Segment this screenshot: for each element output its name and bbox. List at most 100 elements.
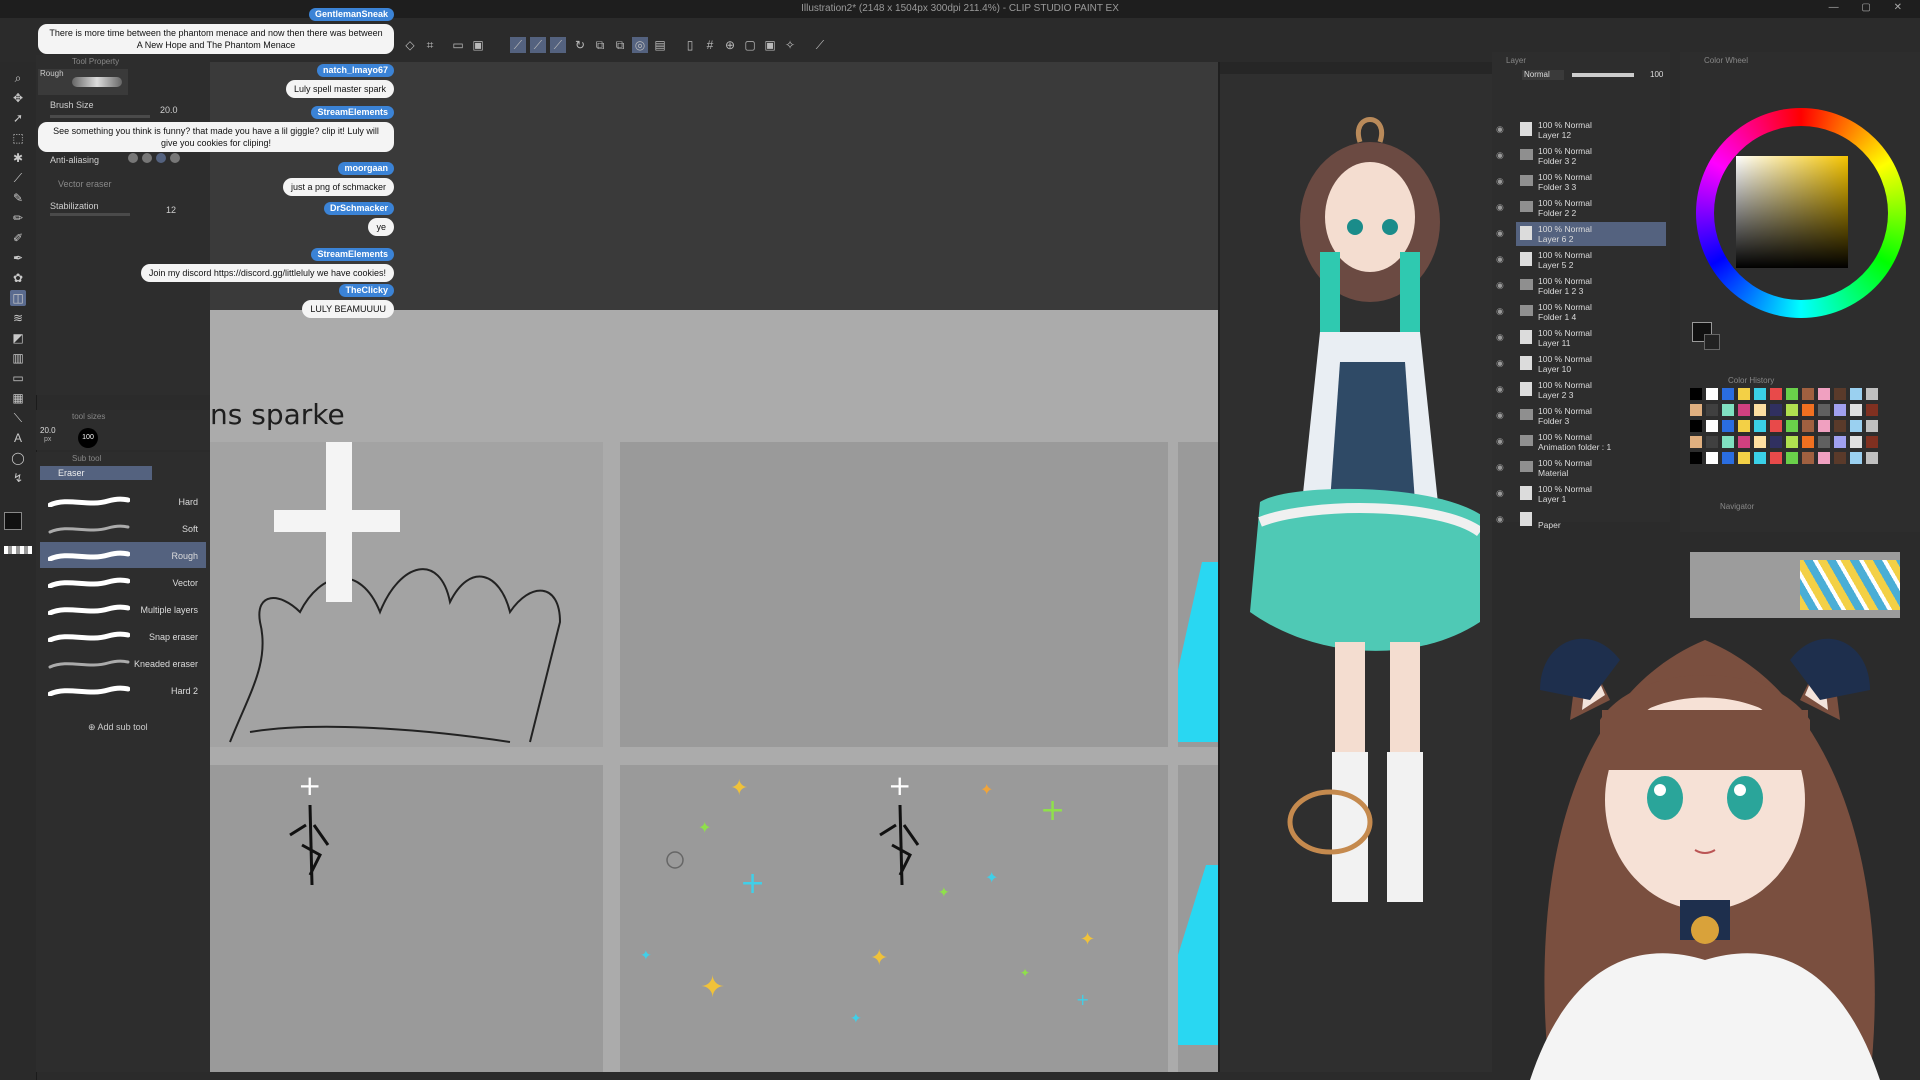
visibility-eye-icon[interactable]: ◉	[1496, 514, 1504, 525]
ruler-tool-icon[interactable]: ⟍	[10, 410, 26, 426]
color-wheel-tab[interactable]: Color Wheel	[1704, 56, 1748, 65]
color-swatch[interactable]	[1802, 388, 1814, 400]
color-swatch[interactable]	[1786, 404, 1798, 416]
color-swatch[interactable]	[1850, 388, 1862, 400]
frame-panel-1[interactable]	[210, 442, 603, 747]
color-swatch[interactable]	[1834, 436, 1846, 448]
color-swatch[interactable]	[1722, 420, 1734, 432]
color-swatch[interactable]	[1738, 388, 1750, 400]
figure-tool-icon[interactable]: ▭	[10, 370, 26, 386]
color-swatch[interactable]	[1770, 452, 1782, 464]
color-swatch[interactable]	[1866, 388, 1878, 400]
snap-ruler-icon[interactable]: ⟋	[510, 37, 526, 53]
transparent-swatch[interactable]	[4, 546, 32, 554]
fill-tool-icon[interactable]: ◩	[10, 330, 26, 346]
text-tool-icon[interactable]: A	[10, 430, 26, 446]
color-swatch[interactable]	[1850, 452, 1862, 464]
layer-row[interactable]: ◉ 100 % Normal Folder 2 2	[1496, 196, 1666, 220]
frame-panel-3[interactable]	[1178, 442, 1218, 747]
visibility-eye-icon[interactable]: ◉	[1496, 202, 1504, 213]
layer-row[interactable]: ◉ 100 % Normal Layer 5 2	[1496, 248, 1666, 272]
gradient-tool-icon[interactable]: ▥	[10, 350, 26, 366]
color-swatch[interactable]	[1866, 452, 1878, 464]
visibility-eye-icon[interactable]: ◉	[1496, 176, 1504, 187]
tool-size-value[interactable]: 20.0	[40, 426, 56, 435]
eraser-group[interactable]: Eraser	[40, 466, 152, 480]
frame-tool-icon[interactable]: ▦	[10, 390, 26, 406]
frame-panel-4[interactable]: +	[210, 765, 603, 1072]
color-swatch[interactable]	[1690, 452, 1702, 464]
color-swatch[interactable]	[1690, 404, 1702, 416]
visibility-eye-icon[interactable]: ◉	[1496, 358, 1504, 369]
sub-tool-item[interactable]: Rough	[40, 542, 206, 568]
eyedropper-icon[interactable]: ⟋	[812, 37, 828, 53]
sub-tool-item[interactable]: Kneaded eraser	[40, 650, 206, 676]
clear-icon[interactable]: ▭	[450, 37, 466, 53]
color-swatch[interactable]	[1738, 436, 1750, 448]
grid-icon[interactable]: #	[702, 37, 718, 53]
color-swatch[interactable]	[1850, 404, 1862, 416]
add-sub-tool-button[interactable]: ⊕ Add sub tool	[88, 722, 148, 733]
layer-row[interactable]: ◉ 100 % Normal Folder 1 4	[1496, 300, 1666, 324]
snap-special-icon[interactable]: ⟋	[530, 37, 546, 53]
sub-color-chip[interactable]	[1704, 334, 1720, 350]
magic-icon[interactable]: ✧	[782, 37, 798, 53]
main-color-swatch[interactable]	[4, 512, 22, 530]
frame-panel-5[interactable]: + ✦ ✦ + ✦ + ✦ ✦ ✦ ✦ ✦ ✦ ✦ + ✦	[620, 765, 1168, 1072]
layer-panel-tab[interactable]: Layer	[1506, 56, 1526, 65]
color-swatch[interactable]	[1770, 404, 1782, 416]
layer-row[interactable]: ◉ 100 % Normal Animation folder : 1	[1496, 430, 1666, 454]
frame-panel-2[interactable]	[620, 442, 1168, 747]
layer-row[interactable]: ◉ 100 % Normal Layer 12	[1496, 118, 1666, 142]
color-swatch[interactable]	[1754, 388, 1766, 400]
color-swatch[interactable]	[1866, 404, 1878, 416]
color-history-tab[interactable]: Color History	[1728, 376, 1774, 385]
balloon-tool-icon[interactable]: ◯	[10, 450, 26, 466]
color-swatch[interactable]	[1786, 388, 1798, 400]
color-swatch[interactable]	[1866, 420, 1878, 432]
visibility-eye-icon[interactable]: ◉	[1496, 436, 1504, 447]
color-swatch[interactable]	[1866, 436, 1878, 448]
color-swatch[interactable]	[1754, 420, 1766, 432]
color-swatch[interactable]	[1818, 388, 1830, 400]
color-swatch[interactable]	[1818, 436, 1830, 448]
color-swatch[interactable]	[1706, 404, 1718, 416]
color-swatch[interactable]	[1786, 420, 1798, 432]
rotate-icon[interactable]: ↻	[572, 37, 588, 53]
color-swatch[interactable]	[1754, 452, 1766, 464]
sub-tool-item[interactable]: Vector	[40, 569, 206, 595]
color-swatch[interactable]	[1818, 452, 1830, 464]
selection-icon[interactable]: ◇	[402, 37, 418, 53]
color-swatch[interactable]	[1834, 404, 1846, 416]
frame-panel-6[interactable]	[1178, 765, 1218, 1072]
color-swatch[interactable]	[1786, 452, 1798, 464]
color-history-swatches[interactable]	[1690, 388, 1890, 488]
color-swatch[interactable]	[1738, 420, 1750, 432]
color-swatch[interactable]	[1786, 436, 1798, 448]
color-swatch[interactable]	[1722, 436, 1734, 448]
layer-row[interactable]: ◉ Paper	[1496, 508, 1666, 532]
navigator-tab[interactable]: Navigator	[1720, 502, 1754, 511]
sub-tool-item[interactable]: Hard	[40, 488, 206, 514]
layer-row[interactable]: ◉ 100 % Normal Folder 3 2	[1496, 144, 1666, 168]
frame-icon[interactable]: ▤	[652, 37, 668, 53]
layer-opacity-slider[interactable]	[1572, 73, 1634, 77]
color-swatch[interactable]	[1754, 436, 1766, 448]
layer-row[interactable]: ◉ 100 % Normal Folder 3 3	[1496, 170, 1666, 194]
snap-grid-icon[interactable]: ⟋	[550, 37, 566, 53]
blend-mode-select[interactable]: Normal	[1522, 70, 1564, 80]
layer-icon-2[interactable]: ⧉	[612, 37, 628, 53]
color-swatch[interactable]	[1722, 388, 1734, 400]
color-swatch[interactable]	[1722, 452, 1734, 464]
layer-row[interactable]: ◉ 100 % Normal Folder 1 2 3	[1496, 274, 1666, 298]
color-swatch[interactable]	[1770, 388, 1782, 400]
sub-tool-item[interactable]: Multiple layers	[40, 596, 206, 622]
color-swatch[interactable]	[1818, 404, 1830, 416]
fit-icon[interactable]: ▢	[742, 37, 758, 53]
visibility-eye-icon[interactable]: ◉	[1496, 410, 1504, 421]
window-controls[interactable]: — ▢ ✕	[1829, 2, 1912, 13]
color-swatch[interactable]	[1690, 388, 1702, 400]
fill-icon[interactable]: ▣	[470, 37, 486, 53]
layer-row[interactable]: ◉ 100 % Normal Folder 3	[1496, 404, 1666, 428]
sub-tool-item[interactable]: Hard 2	[40, 677, 206, 703]
